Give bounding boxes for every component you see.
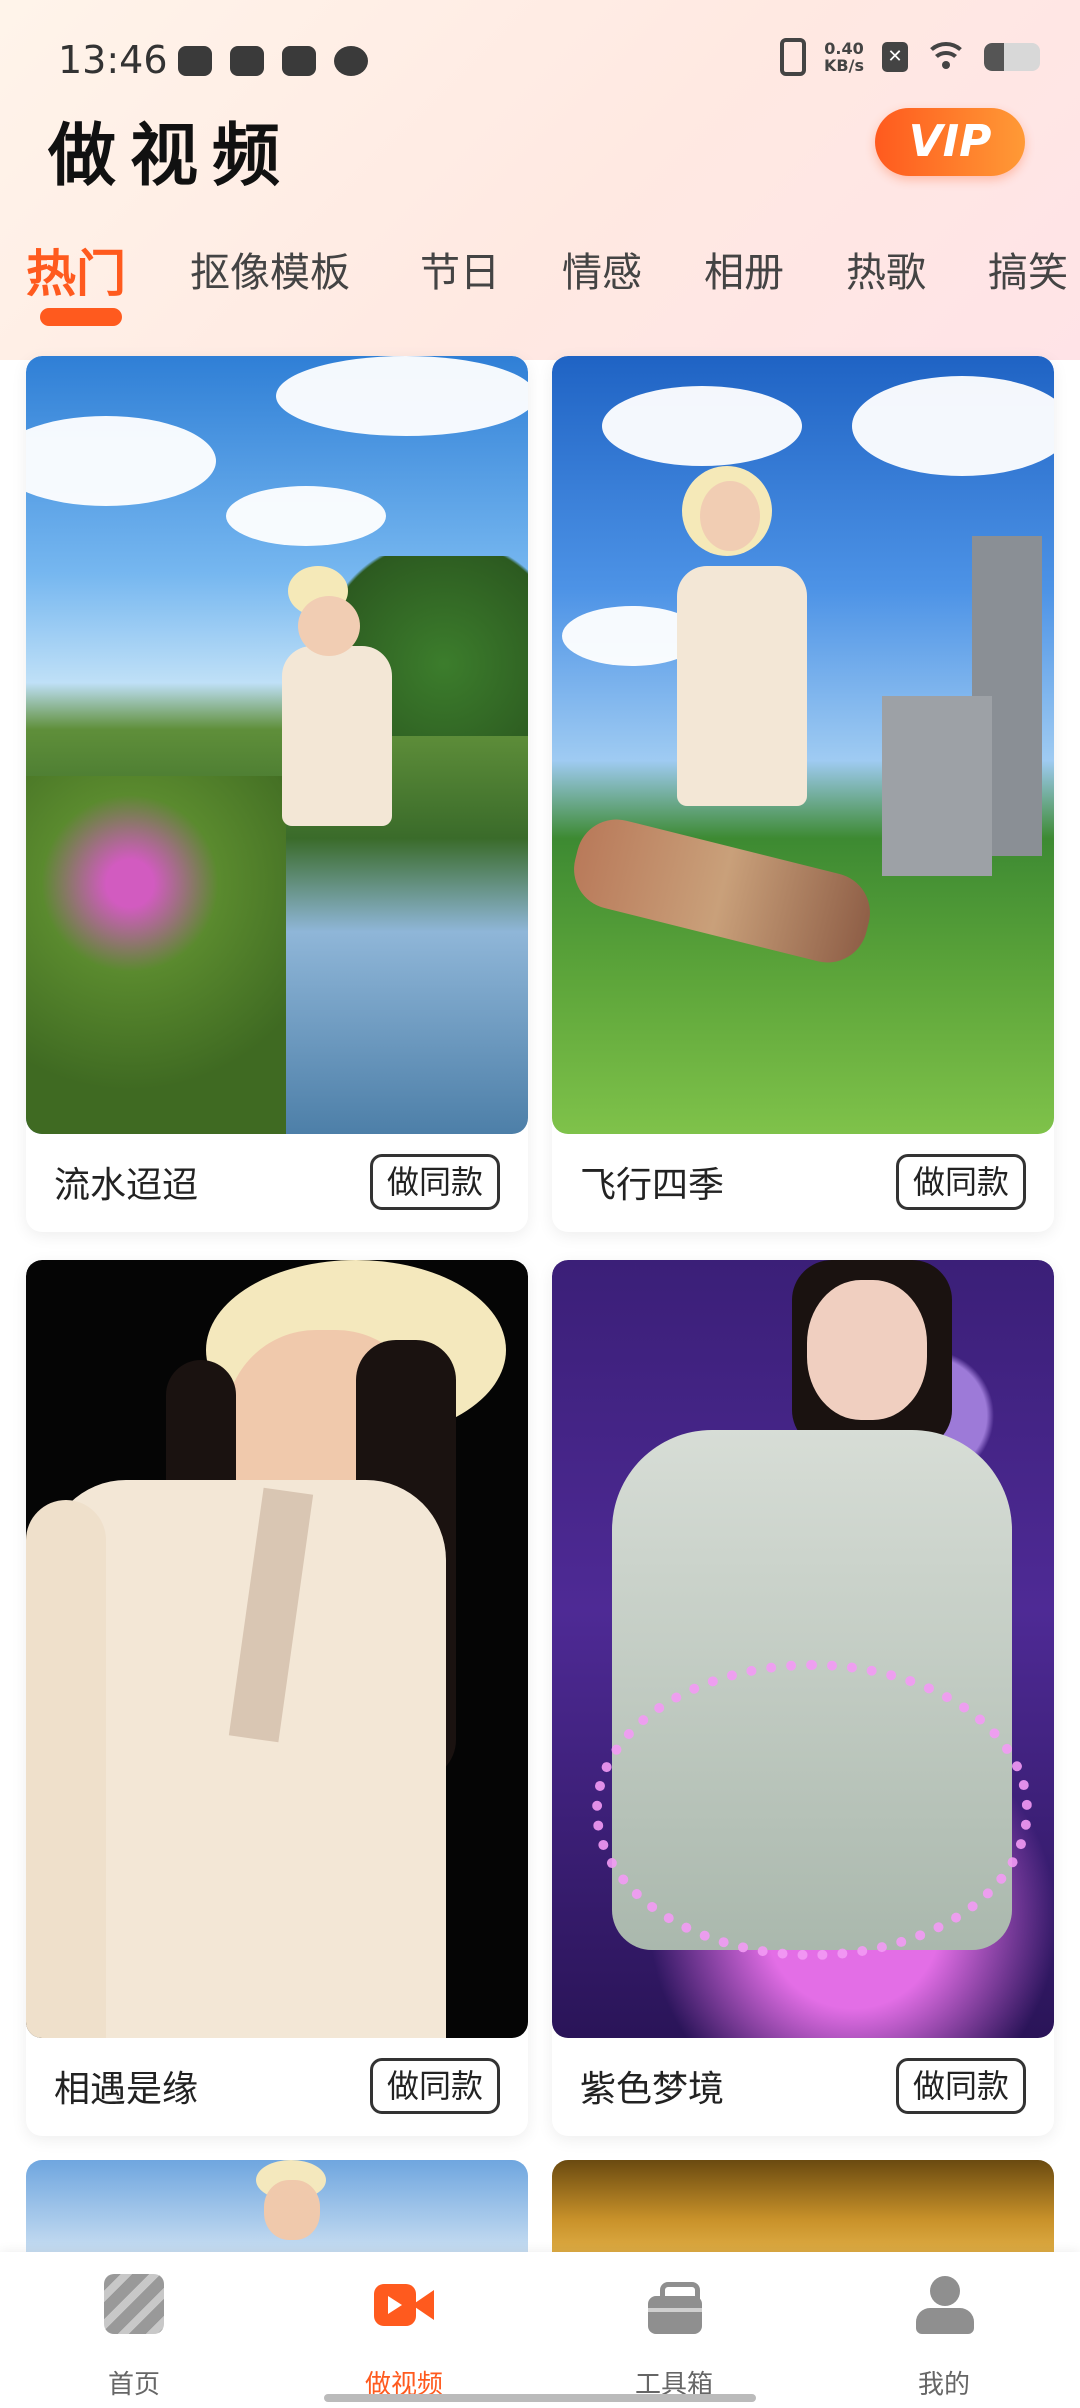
make-same-button[interactable]: 做同款 — [370, 2058, 500, 2114]
vip-button[interactable]: VIP — [875, 108, 1025, 176]
template-card[interactable]: 紫色梦境 做同款 — [552, 1260, 1054, 2136]
tab-funny[interactable]: 搞笑 — [988, 240, 1068, 298]
template-thumbnail[interactable] — [552, 356, 1054, 1134]
network-speed: 0.40 KB/s — [824, 39, 864, 75]
nav-home[interactable]: 首页 — [34, 2252, 234, 2408]
tab-holidays[interactable]: 节日 — [420, 240, 500, 298]
status-time: 13:46 — [58, 38, 168, 82]
tab-album[interactable]: 相册 — [704, 240, 784, 298]
bottom-navigation: 首页 做视频 工具箱 我的 — [0, 2252, 1080, 2408]
template-title: 飞行四季 — [580, 1165, 725, 1206]
page-title: 做视频 — [48, 117, 295, 196]
active-tab-indicator — [40, 308, 122, 326]
no-sim-icon: ✕ — [882, 42, 908, 72]
tab-hot[interactable]: 热门 — [26, 240, 126, 306]
message-notification-icon — [230, 46, 264, 76]
template-card[interactable]: 相遇是缘 做同款 — [26, 1260, 528, 2136]
app-notification-icon — [178, 46, 212, 76]
tab-matting-templates[interactable]: 抠像模板 — [190, 240, 350, 298]
profile-icon — [914, 2274, 974, 2334]
template-thumbnail[interactable] — [26, 1260, 528, 2038]
template-title: 流水迢迢 — [54, 1165, 199, 1206]
vibrate-icon — [780, 38, 807, 76]
nav-make-video[interactable]: 做视频 — [304, 2252, 504, 2408]
toolbox-icon — [644, 2274, 704, 2334]
template-thumbnail[interactable] — [552, 1260, 1054, 2038]
cat-notification-icon — [334, 46, 368, 76]
template-title: 紫色梦境 — [580, 2069, 725, 2110]
battery-icon — [984, 43, 1040, 71]
make-same-button[interactable]: 做同款 — [896, 2058, 1026, 2114]
template-thumbnail[interactable] — [26, 356, 528, 1134]
tab-hot-songs[interactable]: 热歌 — [846, 240, 926, 298]
category-tabs: 热门 抠像模板 节日 情感 相册 热歌 搞笑 — [0, 240, 1080, 330]
video-camera-icon — [374, 2274, 434, 2334]
make-same-button[interactable]: 做同款 — [896, 1154, 1026, 1210]
system-indicators: 0.40 KB/s ✕ — [780, 38, 1040, 76]
nav-profile[interactable]: 我的 — [844, 2252, 1044, 2408]
home-indicator — [324, 2394, 756, 2402]
home-icon — [104, 2274, 164, 2334]
tab-emotion[interactable]: 情感 — [562, 240, 642, 298]
nav-toolbox[interactable]: 工具箱 — [574, 2252, 774, 2408]
notification-icons — [178, 46, 368, 76]
make-same-button[interactable]: 做同款 — [370, 1154, 500, 1210]
template-card-partial[interactable] — [26, 2160, 528, 2260]
inbox-notification-icon — [282, 46, 316, 76]
template-card[interactable]: 飞行四季 做同款 — [552, 356, 1054, 1232]
template-card[interactable]: 流水迢迢 做同款 — [26, 356, 528, 1232]
template-card-partial[interactable] — [552, 2160, 1054, 2260]
wifi-icon — [924, 42, 968, 72]
template-title: 相遇是缘 — [54, 2069, 199, 2110]
